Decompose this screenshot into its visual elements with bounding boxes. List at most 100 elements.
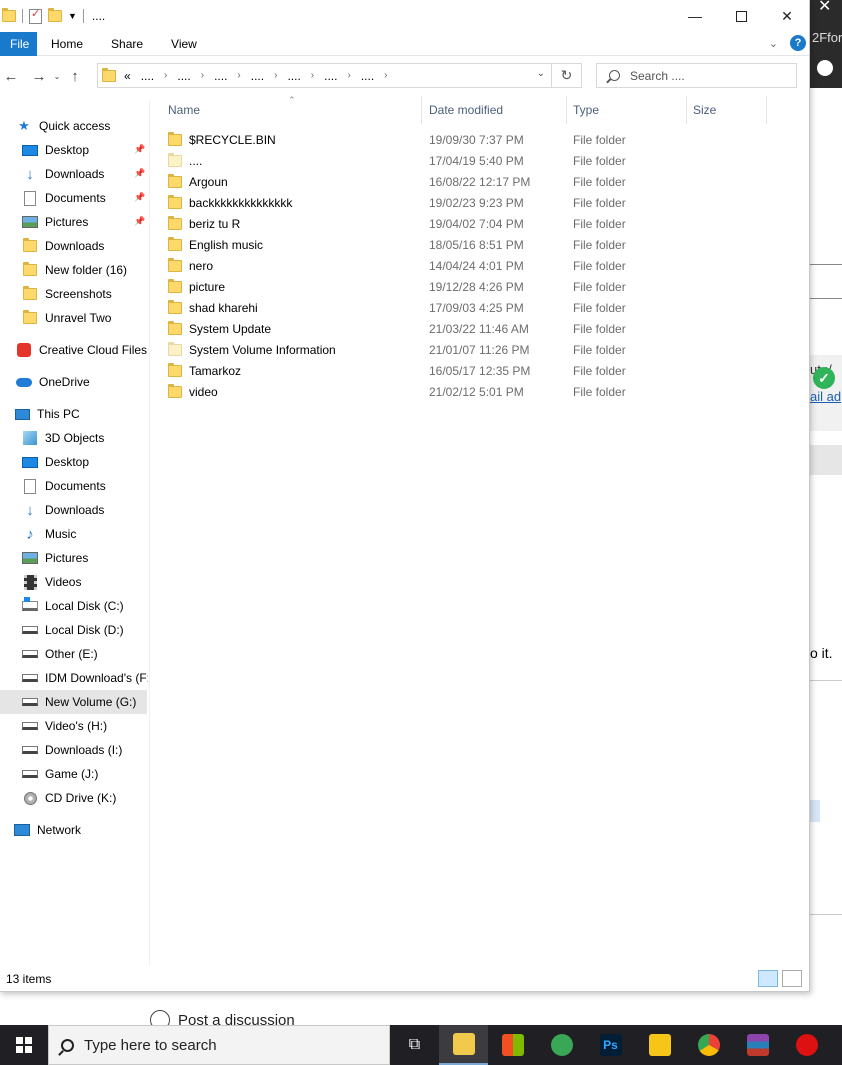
pin-icon[interactable]: 📌 [134, 192, 145, 203]
breadcrumb-item[interactable]: .... [141, 69, 154, 83]
sidebar-item-pictures[interactable]: Pictures 📌 [22, 210, 170, 234]
sidebar-item-pc-downloads[interactable]: ↓ Downloads [22, 498, 170, 522]
minimize-button[interactable]: — [672, 0, 718, 32]
breadcrumb-item[interactable]: .... [287, 69, 300, 83]
breadcrumb-item[interactable]: .... [177, 69, 190, 83]
column-header-date[interactable]: Date modified [423, 96, 567, 124]
sidebar-item-videos[interactable]: Videos [22, 570, 170, 594]
column-header-size[interactable]: Size [687, 96, 767, 124]
sidebar-item-pc-desktop[interactable]: Desktop [22, 450, 170, 474]
maximize-button[interactable] [718, 0, 764, 32]
store-taskbar-button[interactable] [488, 1025, 537, 1065]
tab-view[interactable]: View [157, 32, 211, 56]
refresh-button[interactable]: ↻ [552, 63, 582, 88]
sidebar-item-unravel-two[interactable]: Unravel Two [22, 306, 170, 330]
table-row[interactable]: picture 19/12/28 4:26 PM File folder [168, 276, 728, 297]
start-button[interactable] [0, 1025, 48, 1065]
sidebar-item-downloads-folder[interactable]: Downloads [22, 234, 170, 258]
sidebar-item-drive-h[interactable]: Video's (H:) [22, 714, 170, 738]
photoshop-taskbar-button[interactable]: Ps [586, 1025, 635, 1065]
close-button[interactable]: ✕ [764, 0, 809, 32]
sidebar-item-onedrive[interactable]: OneDrive [16, 370, 164, 394]
sidebar-item-pc-pictures[interactable]: Pictures [22, 546, 170, 570]
table-row[interactable]: English music 18/05/16 8:51 PM File folder [168, 234, 728, 255]
red-app-taskbar-button[interactable] [782, 1025, 831, 1065]
table-row[interactable]: video 21/02/12 5:01 PM File folder [168, 381, 728, 402]
sidebar-item-pc-documents[interactable]: Documents [22, 474, 170, 498]
email-link-fragment[interactable]: ail ad [810, 389, 842, 404]
tab-home[interactable]: Home [37, 32, 97, 56]
table-row[interactable]: System Volume Information 21/01/07 11:26 … [168, 339, 728, 360]
chevron-right-icon[interactable]: › [237, 70, 240, 81]
sidebar-item-new-folder[interactable]: New folder (16) [22, 258, 170, 282]
sidebar-item-desktop[interactable]: Desktop 📌 [22, 138, 170, 162]
pin-icon[interactable]: 📌 [134, 168, 145, 179]
chrome-taskbar-button[interactable] [684, 1025, 733, 1065]
sidebar-item-drive-i[interactable]: Downloads (I:) [22, 738, 170, 762]
table-row[interactable]: .... 17/04/19 5:40 PM File folder [168, 150, 728, 171]
back-icon[interactable]: ← [0, 68, 22, 85]
breadcrumb-item[interactable]: .... [251, 69, 264, 83]
breadcrumb-item[interactable]: .... [324, 69, 337, 83]
chevron-right-icon[interactable]: › [347, 70, 350, 81]
help-icon[interactable]: ? [790, 35, 806, 51]
sidebar-item-this-pc[interactable]: This PC [14, 402, 162, 426]
sidebar-item-creative-cloud[interactable]: Creative Cloud Files [16, 338, 164, 362]
sidebar-item-drive-e[interactable]: Other (E:) [22, 642, 170, 666]
chevron-right-icon[interactable]: › [164, 70, 167, 81]
forward-icon[interactable]: → [28, 68, 50, 85]
taskbar-search-input[interactable]: Type here to search [48, 1025, 390, 1065]
sidebar-item-music[interactable]: ♪ Music [22, 522, 170, 546]
sidebar-item-drive-j[interactable]: Game (J:) [22, 762, 170, 786]
pin-icon[interactable]: 📌 [134, 216, 145, 227]
sidebar-item-documents[interactable]: Documents 📌 [22, 186, 170, 210]
table-row[interactable]: System Update 21/03/22 11:46 AM File folde… [168, 318, 728, 339]
breadcrumb-item[interactable]: .... [361, 69, 374, 83]
telegram-taskbar-button[interactable] [537, 1025, 586, 1065]
details-view-icon[interactable] [758, 970, 778, 987]
chevron-right-icon[interactable]: › [201, 70, 204, 81]
table-row[interactable]: nero 14/04/24 4:01 PM File folder [168, 255, 728, 276]
sidebar-item-drive-c[interactable]: Local Disk (C:) [22, 594, 170, 618]
sidebar-item-screenshots[interactable]: Screenshots [22, 282, 170, 306]
table-row[interactable]: Tamarkoz 16/05/17 12:35 PM File folder [168, 360, 728, 381]
expand-ribbon-icon[interactable]: ⌄ [769, 37, 778, 50]
breadcrumb-overflow[interactable]: « [124, 69, 131, 83]
breadcrumb-item[interactable]: .... [214, 69, 227, 83]
chevron-right-icon[interactable]: › [274, 70, 277, 81]
recent-locations-icon[interactable]: ⌄ [50, 72, 64, 81]
sidebar-item-drive-g[interactable]: New Volume (G:) [0, 690, 147, 714]
column-header-name[interactable]: Name [162, 96, 422, 124]
column-header-type[interactable]: Type [567, 96, 687, 124]
sidebar-item-drive-d[interactable]: Local Disk (D:) [22, 618, 170, 642]
pin-icon[interactable]: 📌 [134, 144, 145, 155]
properties-icon[interactable] [29, 7, 42, 24]
tab-file[interactable]: File [0, 31, 37, 56]
task-view-button[interactable]: ⧉ [390, 1025, 439, 1065]
tab-share[interactable]: Share [97, 32, 157, 56]
table-row[interactable]: shad kharehi 17/09/03 4:25 PM File folder [168, 297, 728, 318]
sidebar-item-downloads[interactable]: ↓ Downloads 📌 [22, 162, 170, 186]
sidebar-item-3d-objects[interactable]: 3D Objects [22, 426, 170, 450]
winrar-taskbar-button[interactable] [733, 1025, 782, 1065]
player-taskbar-button[interactable] [635, 1025, 684, 1065]
table-row[interactable]: Argoun 16/08/22 12:17 PM File folder [168, 171, 728, 192]
chevron-right-icon[interactable]: › [311, 70, 314, 81]
browser-extension-icon[interactable] [817, 60, 833, 76]
sidebar-item-quick-access[interactable]: ★ Quick access [16, 114, 164, 138]
chevron-down-icon[interactable]: ⌄ [537, 68, 545, 79]
file-explorer-taskbar-button[interactable] [439, 1025, 488, 1065]
table-row[interactable]: $RECYCLE.BIN 19/09/30 7:37 PM File folder [168, 129, 728, 150]
browser-close-icon[interactable]: ✕ [818, 0, 831, 16]
address-bar[interactable]: « .... › .... › .... › .... › .... › ...… [97, 63, 552, 88]
large-icons-view-icon[interactable] [782, 970, 802, 987]
sidebar-item-drive-k[interactable]: CD Drive (K:) [22, 786, 170, 810]
table-row[interactable]: backkkkkkkkkkkkkk 19/02/23 9:23 PM File fo… [168, 192, 728, 213]
sidebar-item-network[interactable]: Network [14, 818, 162, 842]
search-input[interactable]: Search .... [596, 63, 797, 88]
up-icon[interactable]: ↑ [64, 68, 86, 85]
new-folder-icon[interactable] [48, 8, 62, 22]
browser-tab-fragment[interactable]: 2Ffor [812, 30, 842, 45]
chevron-right-icon[interactable]: › [384, 70, 387, 81]
customize-toolbar-icon[interactable]: ▼ [68, 11, 77, 21]
